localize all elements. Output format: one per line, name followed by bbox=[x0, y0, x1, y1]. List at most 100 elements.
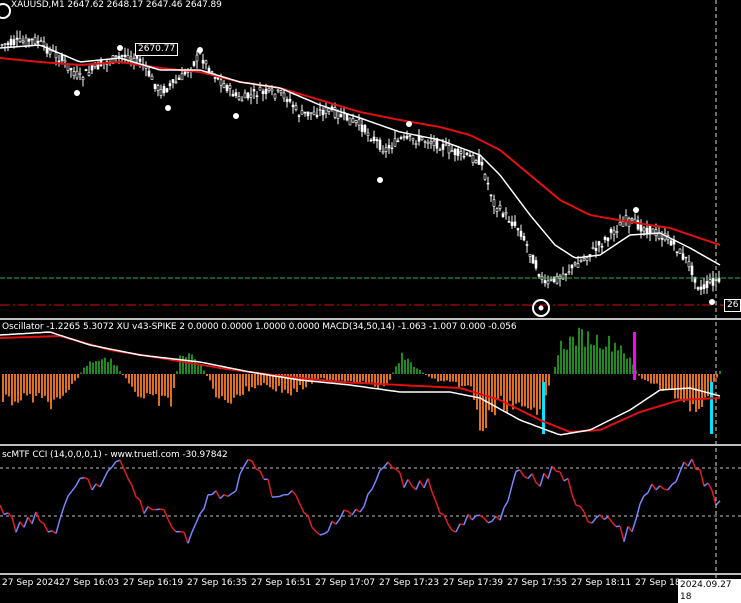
oscillator-bar bbox=[2, 374, 4, 402]
candle-body bbox=[649, 225, 651, 233]
cci-segment bbox=[172, 528, 176, 532]
candle-body bbox=[514, 222, 516, 226]
oscillator-bar bbox=[35, 374, 37, 396]
oscillator-bar bbox=[158, 374, 160, 406]
oscillator-bar bbox=[80, 372, 82, 374]
candle-body bbox=[703, 285, 705, 289]
candle-body bbox=[19, 38, 21, 41]
oscillator-bar bbox=[497, 374, 499, 400]
cci-segment bbox=[684, 462, 688, 466]
oscillator-bar bbox=[608, 336, 610, 374]
candle-body bbox=[16, 38, 18, 39]
cci-segment bbox=[244, 460, 248, 467]
oscillator-bar bbox=[455, 374, 457, 382]
oscillator-bar bbox=[251, 374, 253, 387]
oscillator-bar bbox=[449, 374, 451, 382]
oscillator-bar bbox=[662, 374, 664, 391]
candle-body bbox=[256, 96, 258, 97]
oscillator-bar bbox=[206, 374, 208, 376]
candle-body bbox=[613, 231, 615, 234]
oscillator-bar bbox=[302, 374, 304, 389]
cci-segment bbox=[688, 459, 692, 466]
cci-segment bbox=[180, 532, 184, 533]
cci-segment bbox=[704, 483, 708, 486]
cci-segment bbox=[392, 467, 396, 469]
cci-segment bbox=[700, 470, 704, 487]
time-label: 27 Sep 18 bbox=[635, 578, 681, 588]
oscillator-bar bbox=[653, 374, 655, 384]
cci-segment bbox=[424, 479, 428, 488]
cci-segment bbox=[588, 522, 592, 523]
oscillator-bar bbox=[545, 374, 547, 395]
oscillator-bar bbox=[38, 374, 40, 393]
cci-segment bbox=[216, 491, 220, 499]
oscillator-bar bbox=[182, 356, 184, 374]
cci-segment bbox=[400, 473, 404, 488]
candle-body bbox=[511, 222, 513, 226]
oscillator-bar bbox=[548, 374, 550, 386]
oscillator-bar bbox=[698, 374, 700, 409]
candle-body bbox=[490, 195, 492, 196]
oscillator-bar bbox=[197, 365, 199, 374]
oscillator-bar bbox=[125, 374, 127, 378]
oscillator-bar bbox=[461, 374, 463, 386]
candle-body bbox=[148, 71, 150, 76]
cci-segment bbox=[484, 518, 488, 523]
oscillator-bar bbox=[680, 374, 682, 399]
oscillator-bar bbox=[173, 374, 175, 388]
cci-segment bbox=[624, 526, 628, 541]
cci-segment bbox=[328, 521, 332, 531]
cci-segment bbox=[220, 495, 224, 499]
cci-segment bbox=[248, 460, 252, 461]
cci-segment bbox=[364, 494, 368, 507]
oscillator-bar bbox=[554, 367, 556, 374]
cci-segment bbox=[204, 495, 208, 509]
candle-body bbox=[76, 71, 78, 78]
oscillator-bar bbox=[596, 335, 598, 374]
cci-segment bbox=[580, 506, 584, 512]
candle-body bbox=[223, 83, 225, 87]
oscillator-bar bbox=[689, 374, 691, 411]
candle-body bbox=[376, 139, 378, 140]
oscillator-bar bbox=[71, 374, 73, 384]
oscillator-bar bbox=[11, 374, 13, 405]
candle-body bbox=[328, 109, 330, 112]
candle-body bbox=[466, 153, 468, 155]
candle-body bbox=[43, 42, 45, 46]
oscillator-bar bbox=[356, 374, 358, 382]
cci-segment bbox=[664, 489, 668, 490]
cci-segment bbox=[160, 509, 164, 510]
cci-segment bbox=[104, 471, 108, 479]
cci-segment bbox=[32, 512, 36, 524]
cci-segment bbox=[712, 490, 716, 505]
cci-segment bbox=[432, 492, 436, 502]
candle-body bbox=[433, 141, 435, 146]
oscillator-bar bbox=[86, 366, 88, 374]
oscillator-bar bbox=[203, 370, 205, 374]
cci-segment bbox=[76, 478, 80, 485]
cci-segment bbox=[360, 506, 364, 512]
candle-body bbox=[469, 155, 471, 156]
signal-circle bbox=[0, 4, 10, 18]
cci-segment bbox=[576, 505, 580, 506]
oscillator-bar bbox=[713, 374, 715, 382]
candle-body bbox=[160, 89, 162, 95]
oscillator-bar bbox=[140, 374, 142, 397]
candle-body bbox=[556, 276, 558, 283]
oscillator-bar bbox=[350, 374, 352, 381]
fractal-dot bbox=[165, 105, 171, 111]
candle-body bbox=[280, 91, 282, 93]
candle-body bbox=[151, 76, 153, 79]
candle-body bbox=[271, 89, 273, 91]
cci-segment bbox=[584, 512, 588, 522]
oscillator-bar bbox=[44, 374, 46, 396]
cci-segment bbox=[92, 484, 96, 490]
candle-body bbox=[277, 90, 279, 91]
cci-segment bbox=[368, 489, 372, 494]
cci-segment bbox=[24, 517, 28, 527]
oscillator-bar bbox=[155, 374, 157, 394]
cci-segment bbox=[56, 519, 60, 533]
time-label: 27 Sep 17:39 bbox=[443, 578, 503, 588]
oscillator-bar bbox=[176, 371, 178, 374]
chart-canvas[interactable] bbox=[0, 0, 741, 595]
